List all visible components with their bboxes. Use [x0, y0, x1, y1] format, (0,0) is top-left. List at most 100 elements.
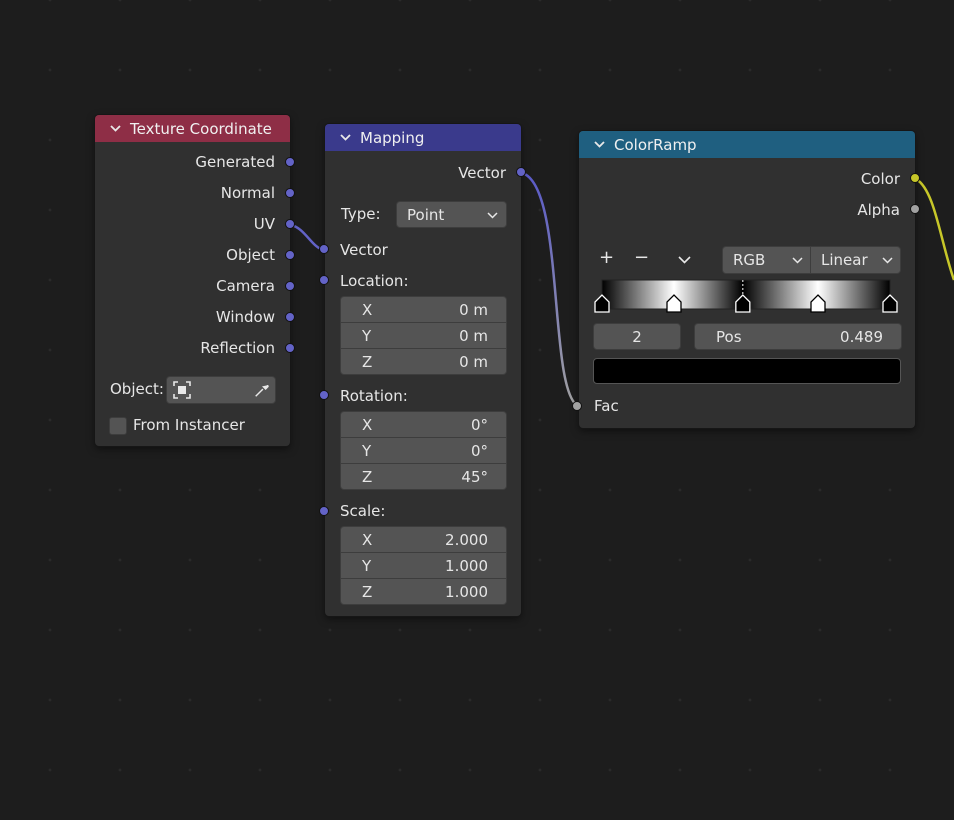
- colorramp-node[interactable]: ColorRamp Color Alpha + − RGB Linear 2 P…: [579, 131, 915, 428]
- input-location: Location:: [325, 270, 521, 292]
- axis-label: Z: [362, 352, 373, 371]
- input-label: Scale:: [340, 502, 386, 520]
- output-generated: Generated: [95, 151, 290, 173]
- input-vector: Vector: [325, 239, 521, 261]
- output-window: Window: [95, 306, 290, 328]
- rotation-y-field[interactable]: Y 0°: [340, 437, 507, 464]
- color-mode-dropdown[interactable]: RGB: [722, 246, 811, 274]
- scale-y-field[interactable]: Y 1.000: [340, 552, 507, 579]
- object-picker[interactable]: [166, 376, 276, 404]
- axis-value: 0°: [470, 415, 488, 434]
- axis-label: Y: [362, 556, 372, 575]
- socket-object[interactable]: [285, 250, 295, 260]
- socket-camera[interactable]: [285, 281, 295, 291]
- node-title: Texture Coordinate: [130, 119, 272, 138]
- color-ramp-gradient[interactable]: [593, 279, 903, 315]
- output-label: UV: [253, 215, 275, 233]
- stop-position-field[interactable]: Pos 0.489: [694, 323, 902, 350]
- object-label: Object:: [110, 380, 164, 398]
- type-value: Point: [407, 205, 445, 224]
- axis-label: X: [362, 300, 373, 319]
- texture-coordinate-header[interactable]: Texture Coordinate: [95, 115, 290, 142]
- axis-value: 1.000: [445, 556, 488, 575]
- input-label: Rotation:: [340, 387, 408, 405]
- type-label: Type:: [341, 205, 381, 223]
- socket-color-out[interactable]: [910, 173, 920, 183]
- axis-value: 45°: [461, 467, 488, 486]
- location-fields: X 0 m Y 0 m Z 0 m: [340, 296, 507, 375]
- chevron-down-icon: [882, 257, 893, 264]
- scale-fields: X 2.000 Y 1.000 Z 1.000: [340, 526, 507, 605]
- colorramp-header[interactable]: ColorRamp: [579, 131, 915, 158]
- input-label: Vector: [340, 241, 388, 259]
- scale-z-field[interactable]: Z 1.000: [340, 578, 507, 605]
- scale-x-field[interactable]: X 2.000: [340, 526, 507, 553]
- axis-label: X: [362, 415, 373, 434]
- interpolation-dropdown[interactable]: Linear: [810, 246, 901, 274]
- location-z-field[interactable]: Z 0 m: [340, 348, 507, 375]
- location-y-field[interactable]: Y 0 m: [340, 322, 507, 349]
- socket-reflection[interactable]: [285, 343, 295, 353]
- mapping-header[interactable]: Mapping: [325, 124, 521, 151]
- texture-coordinate-node[interactable]: Texture Coordinate Generated Normal UV O…: [95, 115, 290, 446]
- type-dropdown[interactable]: Point: [396, 201, 507, 228]
- from-instancer-label: From Instancer: [133, 416, 245, 434]
- active-stop-index: 2: [632, 327, 642, 346]
- eyedropper-icon[interactable]: [253, 381, 271, 399]
- socket-fac-in[interactable]: [572, 401, 582, 411]
- interpolation-value: Linear: [821, 251, 868, 269]
- socket-alpha-out[interactable]: [910, 204, 920, 214]
- axis-value: 1.000: [445, 582, 488, 601]
- socket-uv[interactable]: [285, 219, 295, 229]
- pos-value: 0.489: [840, 327, 883, 346]
- from-instancer-checkbox[interactable]: [109, 417, 127, 435]
- mapping-node[interactable]: Mapping Vector Type: Point Vector Locati…: [325, 124, 521, 616]
- socket-window[interactable]: [285, 312, 295, 322]
- axis-value: 0°: [470, 441, 488, 460]
- output-object: Object: [95, 244, 290, 266]
- chevron-down-icon[interactable]: [339, 131, 352, 144]
- wire-color-out: [915, 177, 954, 281]
- node-title: Mapping: [360, 128, 425, 147]
- input-fac: Fac: [579, 395, 915, 417]
- axis-label: Y: [362, 326, 372, 345]
- output-label: Camera: [216, 277, 275, 295]
- socket-scale-in[interactable]: [319, 506, 329, 516]
- axis-value: 0 m: [459, 352, 488, 371]
- add-stop-button[interactable]: +: [599, 247, 614, 268]
- output-color: Color: [579, 168, 915, 190]
- output-label: Generated: [195, 153, 275, 171]
- pos-label: Pos: [716, 327, 742, 346]
- active-stop-index-field[interactable]: 2: [593, 323, 681, 350]
- axis-value: 0 m: [459, 300, 488, 319]
- chevron-down-icon[interactable]: [593, 138, 606, 151]
- rotation-x-field[interactable]: X 0°: [340, 411, 507, 438]
- output-camera: Camera: [95, 275, 290, 297]
- axis-label: Z: [362, 582, 373, 601]
- output-normal: Normal: [95, 182, 290, 204]
- chevron-down-icon: [792, 257, 803, 264]
- socket-rotation-in[interactable]: [319, 390, 329, 400]
- axis-label: Y: [362, 441, 372, 460]
- axis-value: 0 m: [459, 326, 488, 345]
- node-title: ColorRamp: [614, 135, 697, 154]
- wire-mapping-to-colorramp: [521, 171, 579, 408]
- input-scale: Scale:: [325, 500, 521, 522]
- location-x-field[interactable]: X 0 m: [340, 296, 507, 323]
- remove-stop-button[interactable]: −: [634, 247, 649, 268]
- input-rotation: Rotation:: [325, 385, 521, 407]
- chevron-down-icon[interactable]: [678, 256, 691, 264]
- output-reflection: Reflection: [95, 337, 290, 359]
- output-label: Reflection: [200, 339, 275, 357]
- socket-location-in[interactable]: [319, 275, 329, 285]
- socket-vector-in[interactable]: [319, 244, 329, 254]
- stop-color-swatch[interactable]: [593, 358, 901, 384]
- output-uv: UV: [95, 213, 290, 235]
- rotation-z-field[interactable]: Z 45°: [340, 463, 507, 490]
- socket-vector-out[interactable]: [516, 167, 526, 177]
- socket-normal[interactable]: [285, 188, 295, 198]
- chevron-down-icon[interactable]: [109, 122, 122, 135]
- color-mode-value: RGB: [733, 251, 766, 269]
- input-label: Location:: [340, 272, 409, 290]
- socket-generated[interactable]: [285, 157, 295, 167]
